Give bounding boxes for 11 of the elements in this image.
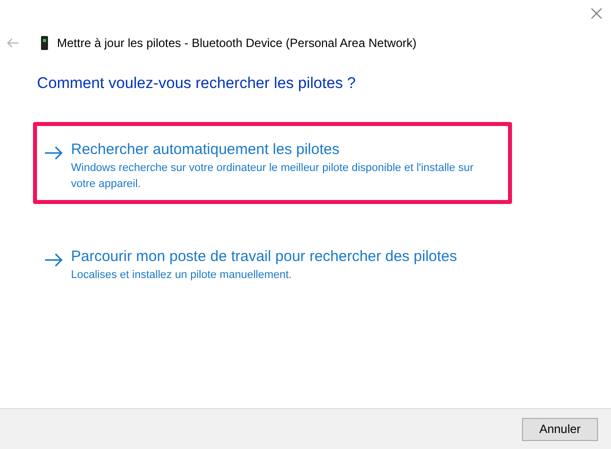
close-icon[interactable] — [591, 8, 602, 19]
cancel-button[interactable]: Annuler — [522, 418, 598, 440]
option-description: Localises et installez un pilote manuellement. — [71, 268, 293, 283]
option-description: Windows recherche sur votre ordinateur le meilleur pilote disponible et l'installe sur votre appareil. — [71, 161, 475, 192]
option-link[interactable]: Rechercher automatiquement les pilotes — [71, 140, 340, 160]
window-title: Mettre à jour les pilotes - Bluetooth Device (Personal Area Network) — [57, 36, 416, 50]
arrow-icon — [45, 253, 63, 267]
device-icon — [41, 36, 48, 50]
arrow-icon — [45, 146, 63, 160]
page-heading: Comment voulez-vous rechercher les pilotes ? — [37, 75, 357, 93]
option-link[interactable]: Parcourir mon poste de travail pour rechercher des pilotes — [71, 247, 458, 267]
